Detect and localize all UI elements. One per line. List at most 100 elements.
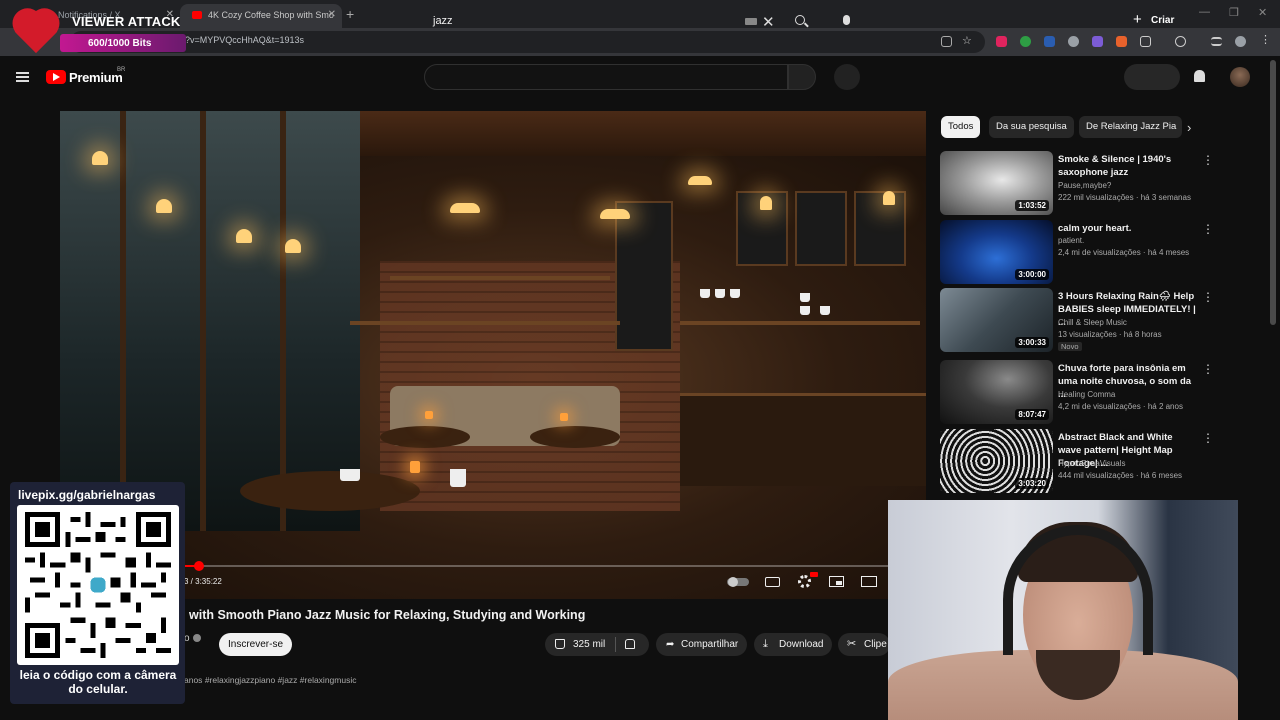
scene-lamp — [156, 199, 172, 213]
youtube-logo-icon[interactable] — [46, 70, 66, 84]
description-line[interactable]: anos #relaxingjazzpiano #jazz #relaxingm… — [184, 675, 356, 685]
thumbs-down-icon[interactable] — [625, 639, 635, 649]
chevron-right-icon[interactable]: › — [1187, 120, 1191, 135]
url-text[interactable]: ?v=MYPVQccHhAQ&t=1913s — [185, 35, 304, 45]
extensions-puzzle-icon[interactable] — [1140, 36, 1151, 47]
more-actions-icon[interactable]: ⋮ — [1202, 290, 1214, 304]
more-actions-icon[interactable]: ⋮ — [1202, 153, 1214, 167]
recommended-video[interactable]: 3:00:00 calm your heart. patient. 2,4 mi… — [940, 220, 1215, 284]
extension-icon[interactable] — [1092, 36, 1103, 47]
scene-cup — [450, 469, 466, 487]
recommended-video[interactable]: 3:00:33 3 Hours Relaxing Rain🌧 Help BABI… — [940, 288, 1215, 352]
qr-code-box — [17, 505, 179, 665]
heart-icon — [12, 11, 64, 57]
more-actions-icon[interactable]: ⋮ — [1202, 431, 1214, 445]
reading-list-icon[interactable] — [1211, 37, 1222, 46]
bookmark-star-icon[interactable]: ☆ — [962, 34, 973, 47]
voice-search-button[interactable] — [834, 64, 860, 90]
thumbnail[interactable]: 3:03:20 — [940, 429, 1053, 493]
profile-icon[interactable] — [1235, 36, 1246, 47]
extension-icon[interactable] — [1020, 36, 1031, 47]
rec-channel[interactable]: Healing Comma — [1058, 390, 1115, 399]
duration-badge: 3:00:33 — [1015, 337, 1049, 348]
thumbnail[interactable]: 1:03:52 — [940, 151, 1053, 215]
time-display: 3 / 3:35:22 — [184, 577, 222, 586]
autoplay-toggle[interactable] — [727, 577, 749, 587]
search-input[interactable]: jazz — [433, 15, 453, 27]
video-title: with Smooth Piano Jazz Music for Relaxin… — [189, 608, 586, 622]
rec-meta: 13 visualizações · há 8 horas — [1058, 330, 1162, 339]
minimize-icon[interactable]: — — [1199, 6, 1210, 18]
thumbnail[interactable]: 3:00:00 — [940, 220, 1053, 284]
new-tab-icon[interactable]: + — [346, 6, 354, 22]
theater-mode-icon[interactable] — [861, 576, 877, 587]
youtube-header: Premium BR — [0, 56, 1280, 100]
tab-youtube[interactable]: 4K Cozy Coffee Shop with Smo ✕ — [180, 4, 342, 28]
chip-all[interactable]: Todos — [941, 116, 981, 138]
clip-button[interactable]: ✂ Clipe — [838, 633, 890, 656]
thumbs-up-icon[interactable] — [555, 639, 565, 649]
chip-from-channel[interactable]: De Relaxing Jazz Pia — [1079, 116, 1182, 138]
clear-search-icon[interactable]: ✕ — [762, 13, 775, 31]
recommended-video[interactable]: 1:03:52 Smoke & Silence | 1940's saxopho… — [940, 151, 1215, 215]
extension-icon[interactable] — [1116, 36, 1127, 47]
rec-channel[interactable]: patient. — [1058, 236, 1084, 245]
page-scrollbar[interactable] — [1270, 60, 1276, 325]
avatar[interactable] — [1230, 67, 1250, 87]
share-icon: ➦ — [666, 639, 675, 650]
rec-channel[interactable]: HypnoRimaVisuals — [1058, 459, 1125, 468]
history-icon[interactable] — [1175, 36, 1186, 47]
search-icon[interactable] — [795, 15, 805, 25]
hashtags[interactable]: #relaxingjazzpiano #jazz #relaxingmusic — [205, 675, 357, 685]
install-app-icon[interactable] — [941, 36, 952, 47]
close-window-icon[interactable]: ✕ — [1258, 6, 1267, 19]
miniplayer-icon[interactable] — [829, 576, 844, 587]
browser-menu-icon[interactable]: ⋮ — [1260, 33, 1271, 46]
tab-title: 4K Cozy Coffee Shop with Smo — [208, 10, 334, 20]
recommended-video[interactable]: 3:03:20 Abstract Black and White wave pa… — [940, 429, 1215, 493]
subscribe-button[interactable]: Inscrever-se — [219, 633, 292, 656]
rec-meta: 2,4 mi de visualizações · há 4 meses — [1058, 248, 1190, 257]
keyboard-icon[interactable] — [745, 18, 757, 25]
notifications-bell-icon[interactable] — [1194, 70, 1205, 82]
thumbnail[interactable]: 8:07:47 — [940, 360, 1053, 424]
plus-icon[interactable]: + — [1133, 11, 1142, 28]
microphone-icon[interactable] — [843, 15, 850, 25]
hd-badge-icon — [810, 572, 818, 577]
screen: { "browser": { "tabs": [ {"title": "Noti… — [0, 0, 1280, 720]
like-count[interactable]: 325 mil — [573, 633, 605, 656]
upload-age: anos — [184, 675, 203, 685]
scene-table — [530, 426, 620, 448]
scene-lamp — [883, 191, 895, 205]
recommended-video[interactable]: 8:07:47 Chuva forte para insônia em uma … — [940, 360, 1215, 424]
chip-from-search[interactable]: Da sua pesquisa — [989, 116, 1074, 138]
rec-meta: 444 mil visualizações · há 6 meses — [1058, 471, 1183, 480]
brand-label[interactable]: Premium — [69, 70, 123, 85]
rec-channel[interactable]: Chill & Sleep Music — [1058, 318, 1127, 327]
progress-scrubber[interactable] — [194, 561, 204, 571]
region-label: BR — [117, 67, 126, 73]
extension-icon[interactable] — [996, 36, 1007, 47]
headset-icon — [1003, 525, 1153, 655]
create-button[interactable] — [1124, 64, 1180, 90]
hamburger-menu-icon[interactable] — [16, 72, 29, 82]
rec-title[interactable]: Smoke & Silence | 1940's saxophone jazz — [1058, 153, 1198, 179]
download-button[interactable]: ⤓ Download — [754, 633, 832, 656]
thumbnail[interactable]: 3:00:33 — [940, 288, 1053, 352]
create-label[interactable]: Criar — [1151, 15, 1174, 26]
extension-icon[interactable] — [1044, 36, 1055, 47]
settings-gear-icon[interactable] — [798, 575, 811, 588]
more-actions-icon[interactable]: ⋮ — [1202, 222, 1214, 236]
subtitles-icon[interactable] — [765, 577, 780, 587]
search-input-box[interactable] — [424, 64, 788, 90]
search-button[interactable] — [788, 64, 816, 90]
rec-channel[interactable]: Pause,maybe? — [1058, 181, 1111, 190]
video-player[interactable] — [60, 111, 926, 599]
close-tab-icon[interactable]: ✕ — [328, 9, 336, 20]
rec-title[interactable]: calm your heart. — [1058, 222, 1198, 235]
share-button[interactable]: ➦ Compartilhar — [656, 633, 747, 656]
more-actions-icon[interactable]: ⋮ — [1202, 362, 1214, 376]
extension-icon[interactable] — [1068, 36, 1079, 47]
verified-icon — [193, 634, 201, 642]
maximize-icon[interactable]: ❐ — [1229, 6, 1239, 19]
